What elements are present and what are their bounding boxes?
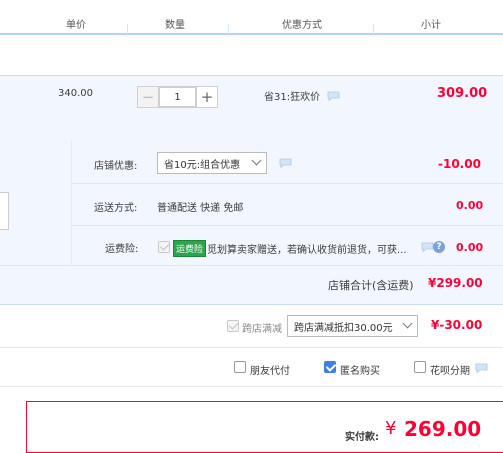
quantity-input[interactable]: 1 (159, 87, 196, 107)
cross-store-amount: ¥-30.00 (431, 318, 483, 332)
item-subtotal: 309.00 (437, 86, 488, 101)
question-icon[interactable]: ? (433, 241, 445, 253)
shipping-value: 普通配送 快递 免邮 (157, 203, 244, 214)
plus-icon[interactable]: + (196, 87, 217, 107)
header-divider (373, 24, 374, 34)
buyer-message-textbox[interactable] (0, 192, 9, 230)
header-quantity: 数量 (165, 20, 185, 31)
chevron-down-icon (251, 155, 262, 166)
header-discount-method: 优惠方式 (282, 20, 322, 31)
insurance-amount: 0.00 (456, 241, 484, 254)
insurance-text: 觅划算卖家赠送，若确认收货前退货，可获... (207, 245, 407, 256)
friend-pay-checkbox[interactable] (234, 361, 246, 373)
header-divider (127, 24, 128, 34)
shop-total-label: 店铺合计(含运费) (328, 279, 414, 292)
cross-store-label: 跨店满减 (242, 324, 282, 335)
total-amount: 269.00 (404, 417, 482, 441)
divider (0, 347, 503, 348)
shop-discount-value: 省10元:组合优惠 (164, 159, 241, 171)
item-unit-price: 340.00 (58, 88, 93, 99)
shop-message-area (0, 140, 72, 265)
divider (72, 183, 503, 184)
cross-store-checkbox[interactable] (227, 320, 239, 332)
shop-total-amount: ¥299.00 (428, 276, 483, 290)
anonymous-label: 匿名购买 (340, 366, 380, 377)
order-item-row (0, 75, 503, 141)
shipping-amount: 0.00 (456, 199, 484, 212)
chevron-down-icon (402, 318, 413, 329)
friend-pay-label: 朋友代付 (250, 366, 290, 377)
anonymous-checkbox[interactable] (324, 361, 336, 373)
insurance-tag: 运费险 (173, 240, 207, 257)
header-subtotal: 小计 (421, 20, 441, 31)
total-label: 实付款: (345, 432, 379, 443)
shop-discount-amount: -10.00 (438, 157, 481, 171)
divider (72, 225, 503, 226)
total-currency: ¥ (385, 418, 397, 439)
cross-store-value: 跨店满减抵扣30.00元 (294, 322, 393, 334)
huabei-label: 花呗分期 (430, 366, 470, 377)
shop-discount-label: 店铺优惠: (94, 161, 138, 172)
quantity-stepper: − 1 + (137, 86, 218, 108)
item-discount-text: 省31:狂欢价 (264, 92, 321, 103)
divider (0, 265, 503, 266)
header-divider (228, 24, 229, 34)
header-unit-price: 单价 (66, 20, 86, 31)
cross-store-select[interactable]: 跨店满减抵扣30.00元 (287, 315, 418, 337)
minus-icon[interactable]: − (138, 87, 159, 107)
huabei-checkbox[interactable] (414, 361, 426, 373)
insurance-label: 运费险: (105, 244, 139, 255)
shipping-label: 运送方式: (94, 203, 138, 214)
chat-bubble-icon[interactable] (279, 158, 292, 168)
insurance-checkbox[interactable] (158, 241, 170, 253)
divider (0, 386, 503, 387)
shop-discount-select[interactable]: 省10元:组合优惠 (157, 152, 267, 174)
chat-bubble-icon[interactable] (327, 91, 340, 101)
chat-bubble-icon[interactable] (475, 363, 488, 373)
